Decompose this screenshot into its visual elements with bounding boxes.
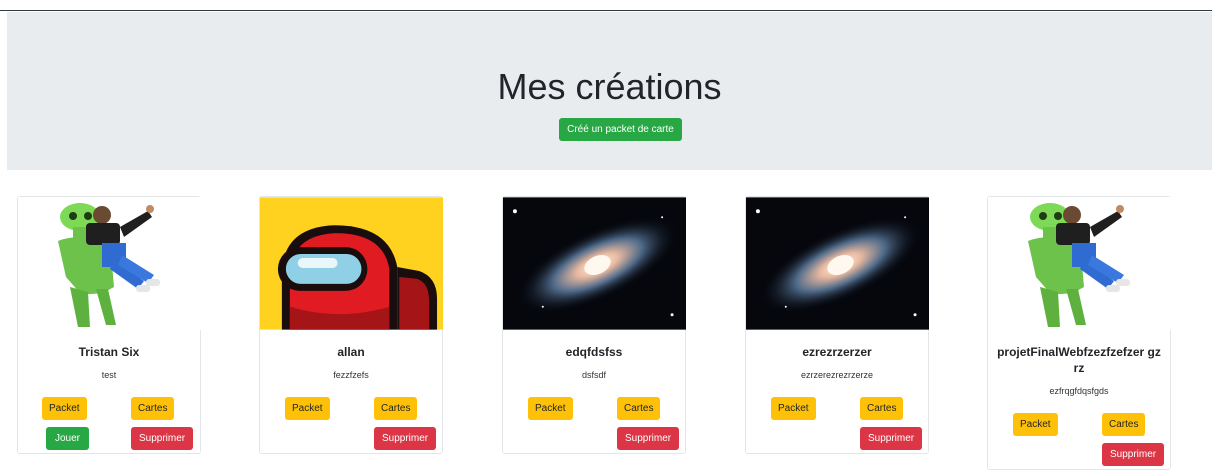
card-title: allan [337, 345, 365, 359]
card-description: ezrzerezrezrzerze [800, 370, 874, 380]
cartes-button[interactable]: Cartes [617, 397, 661, 420]
among-us-image [260, 197, 443, 330]
card-description: fezzfzefs [333, 370, 369, 380]
packet-button[interactable]: Packet [771, 397, 816, 420]
card-actions-row: Supprimer [260, 427, 442, 453]
card-actions-row: Supprimer [988, 443, 1170, 469]
card-description: dsfsdf [581, 370, 606, 380]
galaxy-image [746, 197, 929, 330]
create-packet-button[interactable]: Créé un packet de carte [559, 118, 682, 141]
cartes-button[interactable]: Cartes [1102, 413, 1146, 436]
supprimer-button[interactable]: Supprimer [374, 427, 437, 450]
alien-costume-image [988, 197, 1171, 330]
creation-card: edqfdsfss dsfsdf Packet Cartes Supprimer [502, 196, 686, 454]
creation-card: allan fezzfzefs Packet Cartes Supprimer [259, 196, 443, 454]
supprimer-button[interactable]: Supprimer [860, 427, 923, 450]
cartes-button[interactable]: Cartes [860, 397, 904, 420]
packet-button[interactable]: Packet [42, 397, 87, 420]
packet-button[interactable]: Packet [285, 397, 330, 420]
card-actions-row: Packet Cartes [988, 413, 1170, 439]
card-actions-row: Supprimer [746, 427, 928, 453]
card-title: Tristan Six [78, 345, 140, 359]
card-actions-row: Packet Cartes [18, 397, 200, 423]
card-title: projetFinalWebfzezfzefzer gzrz [997, 345, 1161, 375]
card-description: test [101, 370, 117, 380]
cartes-button[interactable]: Cartes [374, 397, 418, 420]
card-actions-row: Jouer Supprimer [18, 427, 200, 453]
packet-button[interactable]: Packet [1013, 413, 1058, 436]
alien-costume-image [18, 197, 201, 330]
galaxy-image [503, 197, 686, 330]
card-actions-row: Supprimer [503, 427, 685, 453]
card-actions-row: Packet Cartes [260, 397, 442, 423]
creation-card: projetFinalWebfzezfzefzer gzrz ezfrqgfdq… [987, 196, 1171, 470]
cartes-button[interactable]: Cartes [131, 397, 175, 420]
creation-card: Tristan Six test Packet Cartes Jouer Sup… [17, 196, 201, 454]
card-title: edqfdsfss [565, 345, 623, 359]
supprimer-button[interactable]: Supprimer [617, 427, 680, 450]
top-divider [0, 10, 1212, 11]
packet-button[interactable]: Packet [528, 397, 573, 420]
supprimer-button[interactable]: Supprimer [1102, 443, 1165, 466]
creation-card: ezrezrzerzer ezrzerezrezrzerze Packet Ca… [745, 196, 929, 454]
page-header: Mes créations Créé un packet de carte [7, 12, 1212, 170]
card-title: ezrezrzerzer [802, 345, 872, 359]
jouer-button[interactable]: Jouer [46, 427, 90, 450]
card-actions-row: Packet Cartes [503, 397, 685, 423]
card-description: ezfrqgfdqsfgds [1049, 386, 1109, 396]
card-actions-row: Packet Cartes [746, 397, 928, 423]
supprimer-button[interactable]: Supprimer [131, 427, 194, 450]
page-title: Mes créations [497, 66, 722, 107]
